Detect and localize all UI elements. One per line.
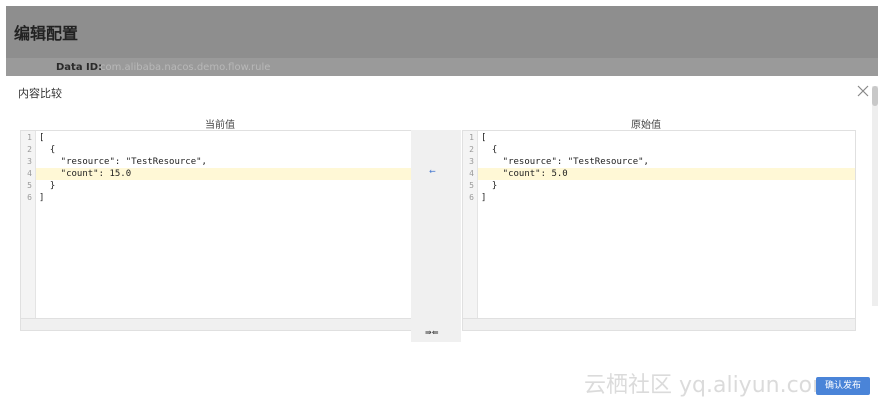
code-line: [ [39, 133, 45, 143]
page-title: 编辑配置 [14, 24, 79, 43]
original-value-editor[interactable]: 1 2 3 4 5 6 [ { "resource": "TestResourc… [462, 130, 856, 331]
line-number: 5 [27, 181, 32, 190]
confirm-publish-button[interactable]: 确认发布 [816, 377, 870, 395]
line-number: 6 [27, 193, 32, 202]
data-id-label: Data ID: [56, 62, 103, 73]
line-number: 2 [469, 145, 474, 154]
current-value-editor[interactable]: 1 2 3 4 5 6 [ { "resource": "TestResourc… [20, 130, 412, 331]
horizontal-scrollbar[interactable] [21, 318, 411, 330]
content-compare-modal: 内容比较 当前值 原始值 1 2 3 4 5 6 [ { "resource":… [6, 76, 878, 404]
code-line: "resource": "TestResource", [481, 157, 649, 167]
code-line: [ [481, 133, 487, 143]
line-gutter: 1 2 3 4 5 6 [21, 131, 36, 319]
watermark: 云栖社区 yq.aliyun.com [584, 373, 834, 398]
code-line: "resource": "TestResource", [39, 157, 207, 167]
modal-scrollbar[interactable] [872, 86, 878, 306]
line-number: 2 [27, 145, 32, 154]
code-line: ] [481, 193, 487, 203]
horizontal-scrollbar[interactable] [463, 318, 855, 330]
merge-gap: ⇜ ⇛⇚ [411, 130, 461, 342]
line-gutter: 1 2 3 4 5 6 [463, 131, 478, 319]
code-line: { [481, 145, 498, 155]
merge-controls-icon[interactable]: ⇛⇚ [425, 328, 438, 337]
modal-title: 内容比较 [18, 87, 62, 100]
merge-arrow-icon[interactable]: ⇜ [429, 167, 436, 176]
code-line: } [481, 181, 498, 191]
code-line: "count": 15.0 [39, 169, 132, 179]
line-number: 5 [469, 181, 474, 190]
code-line: } [39, 181, 56, 191]
scrollbar-thumb[interactable] [872, 86, 878, 106]
original-value-label: 原始值 [631, 120, 661, 131]
code-line: ] [39, 193, 45, 203]
code-line: "count": 5.0 [481, 169, 568, 179]
line-number: 4 [27, 169, 32, 178]
editor-page: 编辑配置 Data ID: com.alibaba.nacos.demo.flo… [6, 6, 878, 404]
line-number: 1 [27, 133, 32, 142]
current-value-label: 当前值 [205, 120, 235, 131]
line-number: 4 [469, 169, 474, 178]
line-number: 1 [469, 133, 474, 142]
line-number: 3 [469, 157, 474, 166]
code-line: { [39, 145, 56, 155]
data-id-value: com.alibaba.nacos.demo.flow.rule [100, 62, 271, 73]
line-number: 3 [27, 157, 32, 166]
close-icon[interactable] [856, 84, 870, 98]
line-number: 6 [469, 193, 474, 202]
